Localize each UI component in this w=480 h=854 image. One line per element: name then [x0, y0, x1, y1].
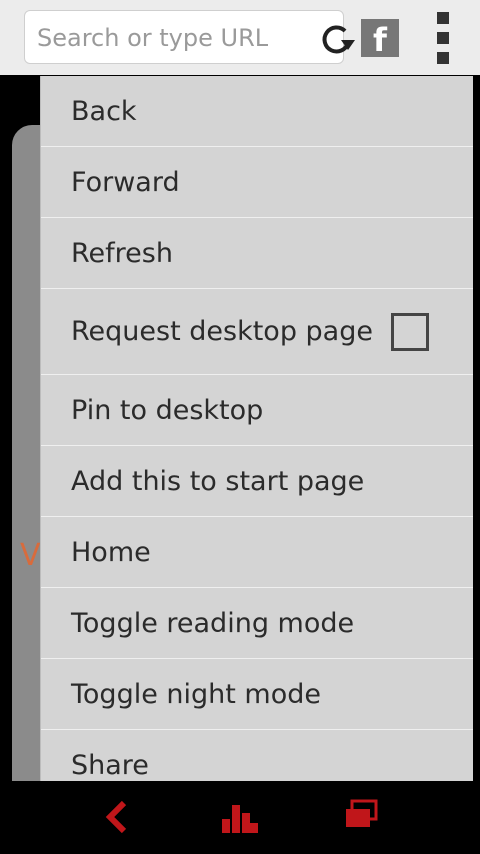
menu-item-label: Toggle reading mode — [71, 607, 355, 639]
facebook-icon[interactable]: f — [361, 19, 399, 59]
menu-item-home[interactable]: Home — [41, 517, 473, 588]
speed-dial-icon[interactable] — [220, 797, 260, 837]
menu-item-label: Toggle night mode — [71, 678, 322, 710]
menu-item-label: Back — [71, 95, 137, 127]
chevron-left-icon[interactable] — [104, 797, 130, 837]
menu-item-add-to-start-page[interactable]: Add this to start page — [41, 446, 473, 517]
menu-item-label: Share — [71, 749, 149, 781]
menu-item-toggle-reading-mode[interactable]: Toggle reading mode — [41, 588, 473, 659]
address-toolbar: f — [0, 0, 480, 76]
menu-item-refresh[interactable]: Refresh — [41, 218, 473, 289]
overflow-menu: Back Forward Refresh Request desktop pag… — [40, 76, 473, 781]
menu-item-label: Request desktop page — [71, 316, 373, 347]
tabs-icon[interactable] — [344, 797, 378, 833]
menu-item-pin-to-desktop[interactable]: Pin to desktop — [41, 375, 473, 446]
desktop-page-checkbox[interactable] — [391, 313, 429, 351]
reload-icon[interactable] — [315, 23, 359, 55]
menu-item-label: Add this to start page — [71, 465, 365, 497]
url-box[interactable] — [24, 10, 355, 64]
menu-item-toggle-night-mode[interactable]: Toggle night mode — [41, 659, 473, 730]
background-page-panel — [12, 125, 42, 781]
menu-item-request-desktop-page[interactable]: Request desktop page — [41, 289, 473, 375]
url-input[interactable] — [35, 21, 289, 55]
menu-item-back[interactable]: Back — [41, 76, 473, 147]
menu-item-label: Home — [71, 536, 151, 568]
background-chevron-icon: V — [20, 538, 41, 573]
menu-item-share[interactable]: Share — [41, 730, 473, 781]
menu-item-label: Pin to desktop — [71, 394, 264, 426]
menu-item-forward[interactable]: Forward — [41, 147, 473, 218]
more-vertical-icon[interactable] — [437, 12, 449, 64]
bottom-toolbar — [0, 781, 480, 854]
menu-item-label: Forward — [71, 166, 180, 198]
menu-item-label: Refresh — [71, 237, 173, 269]
